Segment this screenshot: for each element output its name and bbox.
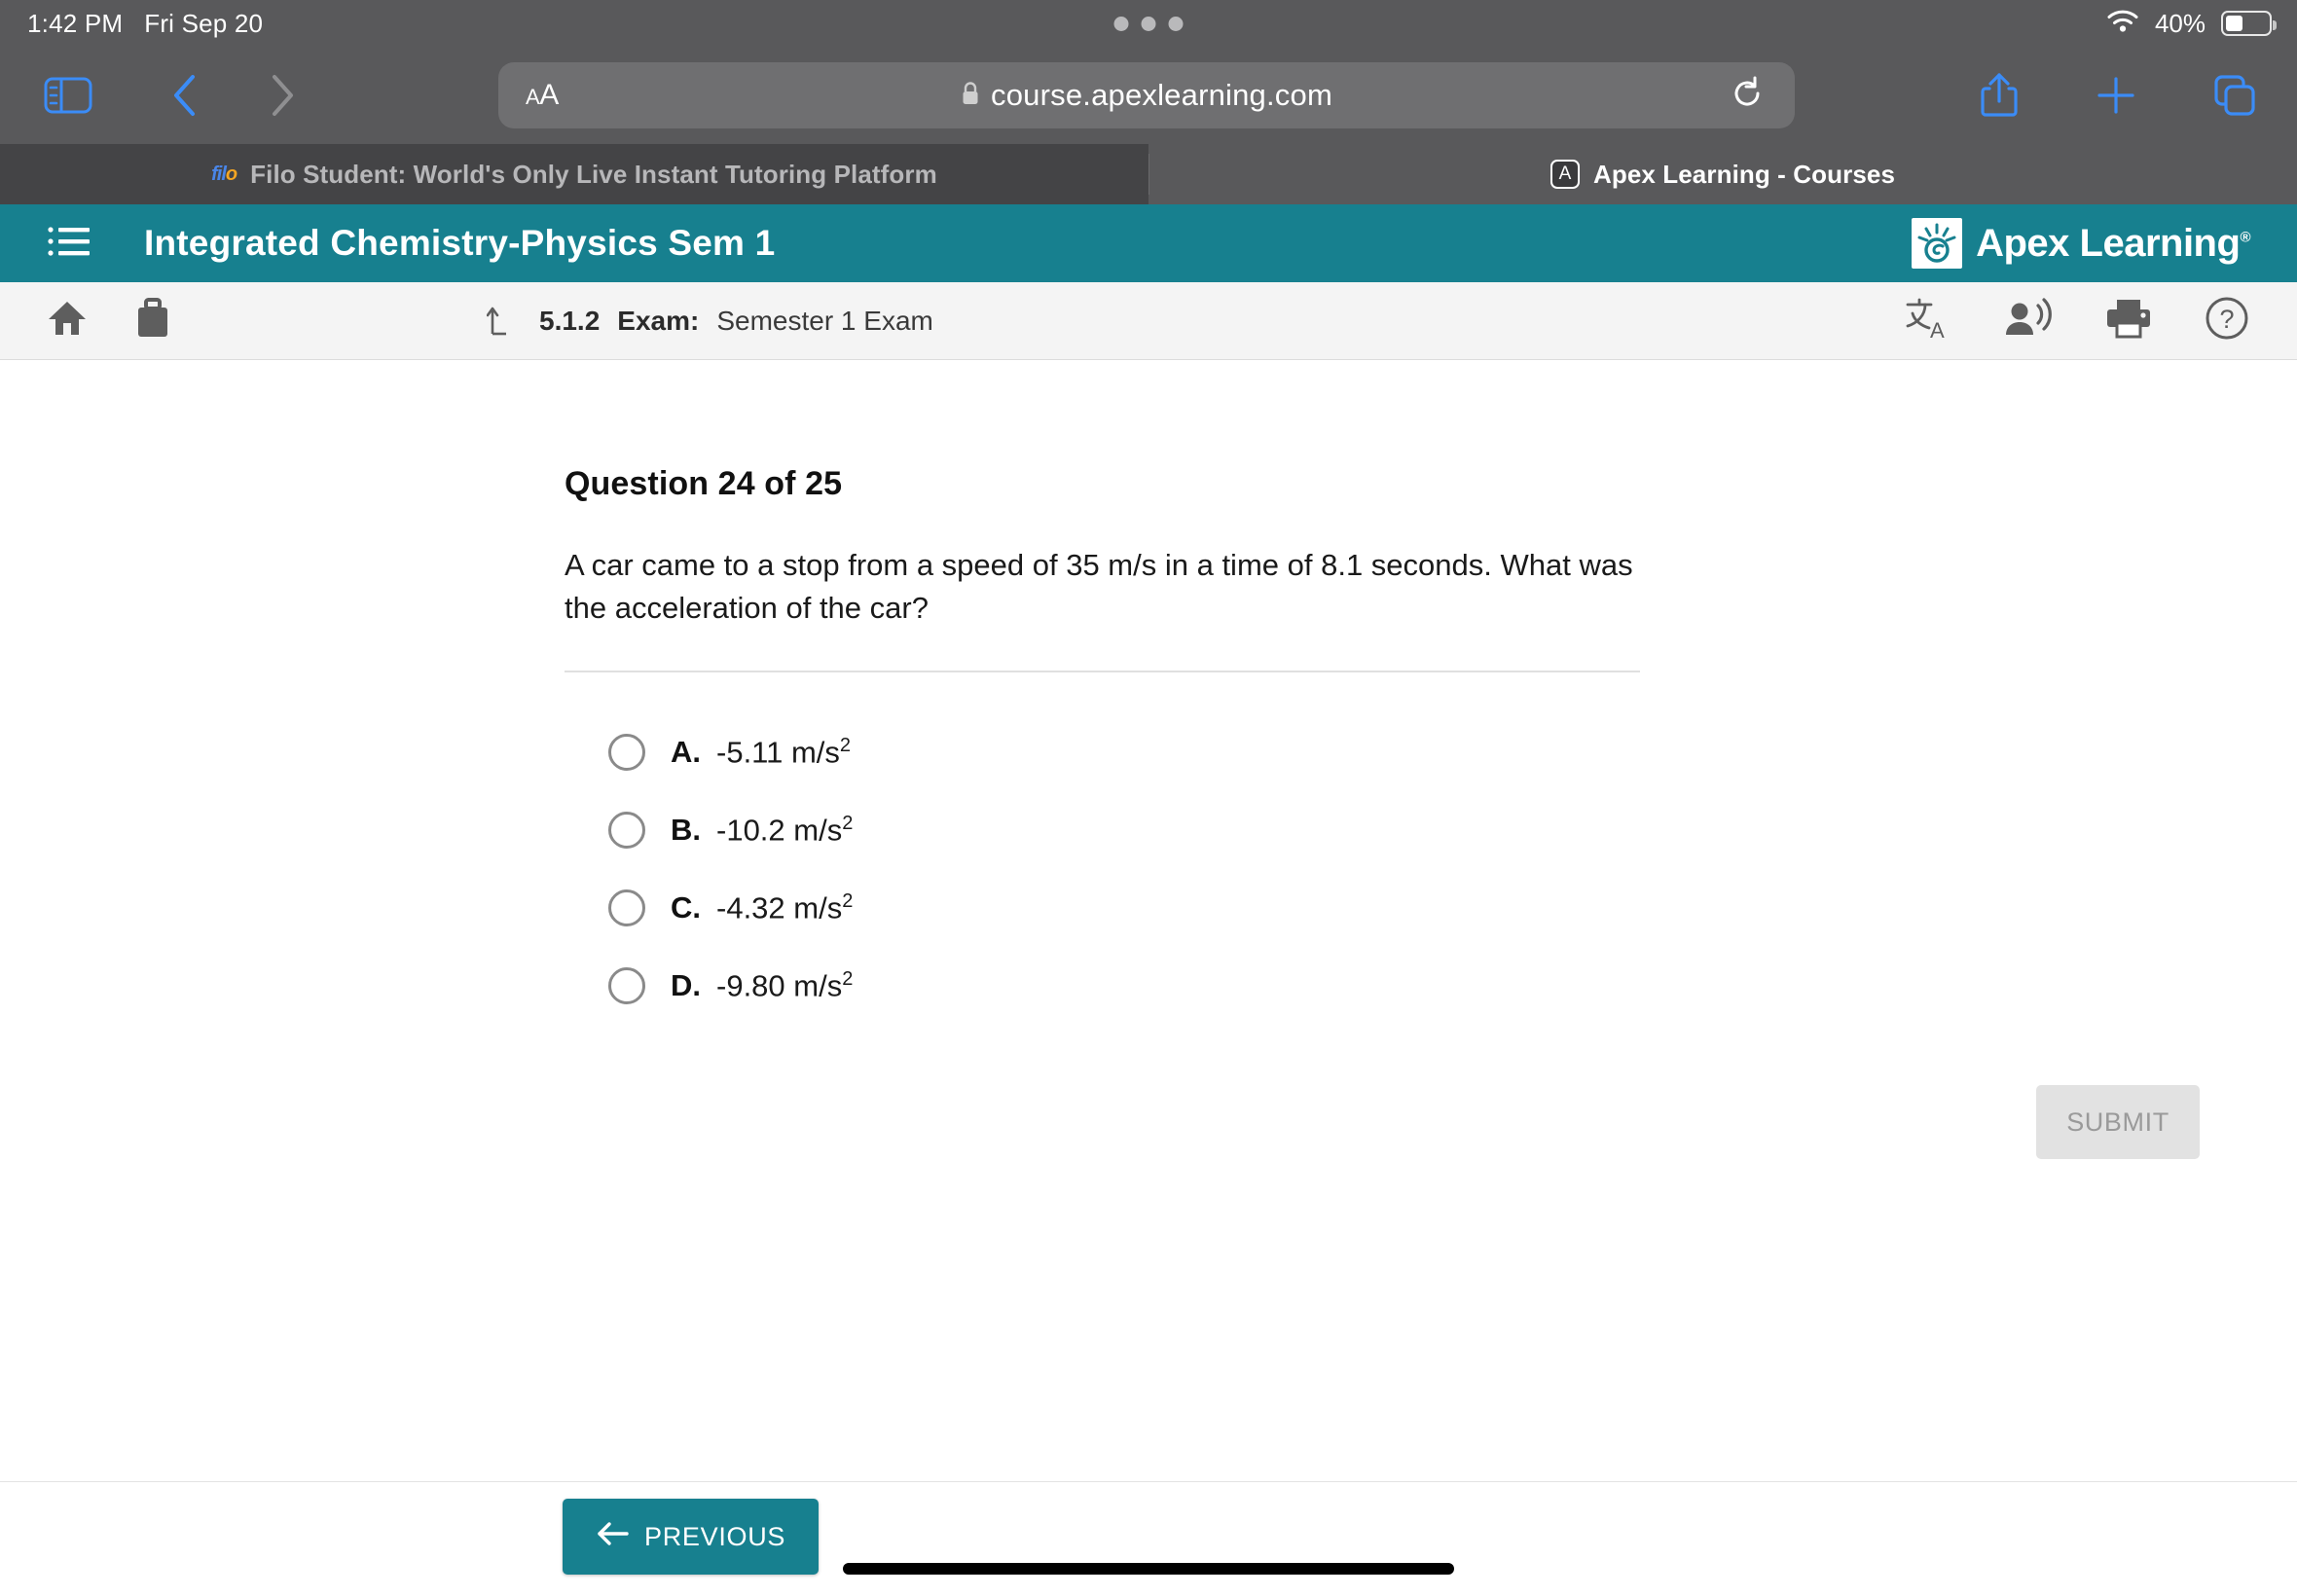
svg-text:A: A <box>1930 318 1945 341</box>
question-text: A car came to a stop from a speed of 35 … <box>565 548 1633 626</box>
option-letter: B. <box>671 813 701 848</box>
status-bar-right: 40% <box>2106 8 2277 40</box>
tabs-overview-icon[interactable] <box>2211 72 2258 119</box>
exponent: 2 <box>842 889 854 912</box>
lesson-kind: Exam: <box>617 305 700 336</box>
question-content: Question 24 of 25 A car came to a stop f… <box>0 360 2297 1160</box>
apex-logo-text: Apex Learning® <box>1976 221 2250 265</box>
answer-option-d[interactable]: D. -9.80 m/s2 <box>565 947 2297 1025</box>
browser-tab-filo[interactable]: filo Filo Student: World's Only Live Ins… <box>0 144 1148 204</box>
option-value: -9.80 m/s2 <box>716 967 854 1003</box>
plus-icon[interactable] <box>2095 74 2137 117</box>
translate-icon[interactable]: A <box>1904 296 1952 345</box>
option-letter: C. <box>671 890 701 925</box>
battery-percent-label: 40% <box>2154 8 2206 38</box>
forward-chevron-icon <box>257 68 308 123</box>
radio-button[interactable] <box>608 734 645 772</box>
question-heading: Question 24 of 25 <box>565 465 843 502</box>
option-value: -4.32 m/s2 <box>716 889 854 925</box>
browser-tab-bar: filo Filo Student: World's Only Live Ins… <box>0 144 2297 204</box>
multitasking-dots[interactable] <box>1113 16 1184 31</box>
battery-icon <box>2221 11 2277 36</box>
ios-status-bar: 1:42 PM Fri Sep 20 40% <box>0 0 2297 47</box>
lesson-tools: A ? <box>1904 295 2250 346</box>
status-time: 1:42 PM <box>27 8 124 38</box>
multitask-dot <box>1141 16 1156 31</box>
reload-icon[interactable] <box>1729 75 1766 117</box>
course-title: Integrated Chemistry-Physics Sem 1 <box>144 223 776 263</box>
home-icon[interactable] <box>47 299 88 343</box>
lesson-number: 5.1.2 <box>539 305 601 336</box>
option-letter: D. <box>671 968 701 1003</box>
answer-option-a[interactable]: A. -5.11 m/s2 <box>565 713 2297 791</box>
sidebar-toggle-icon[interactable] <box>41 68 95 123</box>
answer-option-c[interactable]: C. -4.32 m/s2 <box>565 869 2297 947</box>
lock-icon <box>961 81 980 111</box>
status-date: Fri Sep 20 <box>144 8 264 38</box>
wifi-icon <box>2106 8 2139 40</box>
help-icon[interactable]: ? <box>2204 295 2250 346</box>
back-chevron-icon[interactable] <box>160 68 210 123</box>
option-value: -5.11 m/s2 <box>716 734 852 770</box>
home-indicator[interactable] <box>843 1563 1454 1575</box>
briefcase-icon[interactable] <box>134 298 171 344</box>
print-icon[interactable] <box>2104 297 2153 345</box>
apex-learning-logo: Apex Learning® <box>1912 218 2250 269</box>
apex-favicon: A <box>1550 160 1580 189</box>
exponent: 2 <box>839 734 852 756</box>
toolbar-right-actions <box>1978 70 2258 121</box>
text-size-button[interactable]: AA <box>526 79 559 112</box>
exponent: 2 <box>842 812 854 834</box>
svg-text:?: ? <box>2219 305 2234 334</box>
share-icon[interactable] <box>1978 70 2021 121</box>
tab-divider <box>1148 154 1149 195</box>
filo-favicon: filo <box>211 163 237 185</box>
radio-button[interactable] <box>608 967 645 1005</box>
hamburger-menu-icon[interactable] <box>47 225 91 263</box>
status-bar-left: 1:42 PM Fri Sep 20 <box>0 9 263 39</box>
multitask-dot <box>1168 16 1184 31</box>
url-text: course.apexlearning.com <box>991 78 1332 112</box>
answer-option-b[interactable]: B. -10.2 m/s2 <box>565 791 2297 869</box>
course-header: Integrated Chemistry-Physics Sem 1 Apex … <box>0 204 2297 282</box>
web-page: Integrated Chemistry-Physics Sem 1 Apex … <box>0 204 2297 1596</box>
arrow-left-icon <box>596 1521 629 1553</box>
ipad-screen: 1:42 PM Fri Sep 20 40% AA course.apexlea… <box>0 0 2297 1596</box>
submit-row: SUBMIT <box>565 1085 2200 1160</box>
lesson-breadcrumb: 5.1.2 Exam: Semester 1 Exam <box>486 299 933 343</box>
previous-button-label: PREVIOUS <box>644 1521 786 1551</box>
tab-title: Apex Learning - Courses <box>1592 159 1896 189</box>
previous-button[interactable]: PREVIOUS <box>563 1499 820 1575</box>
option-value: -10.2 m/s2 <box>716 812 854 848</box>
tab-title: Filo Student: World's Only Live Instant … <box>250 159 937 189</box>
browser-tab-apex-learning[interactable]: A Apex Learning - Courses <box>1148 144 2297 204</box>
answer-options-list: A. -5.11 m/s2 B. -10.2 m/s2 C. -4.32 m/s… <box>565 713 2297 1025</box>
lesson-toolbar: 5.1.2 Exam: Semester 1 Exam A ? <box>0 282 2297 360</box>
address-bar[interactable]: AA course.apexlearning.com <box>498 62 1795 128</box>
radio-button[interactable] <box>608 812 645 850</box>
up-arrow-icon[interactable] <box>486 299 522 343</box>
multitask-dot <box>1113 16 1129 31</box>
submit-button[interactable]: SUBMIT <box>2036 1085 2200 1160</box>
bottom-navigation-bar: PREVIOUS <box>0 1481 2297 1596</box>
option-letter: A. <box>671 735 701 770</box>
content-divider <box>565 671 1640 673</box>
apex-lightbulb-icon <box>1912 218 1963 269</box>
trademark-symbol: ® <box>2240 229 2250 246</box>
read-aloud-icon[interactable] <box>2003 297 2054 345</box>
exponent: 2 <box>842 967 854 990</box>
safari-toolbar: AA course.apexlearning.com <box>0 47 2297 144</box>
radio-button[interactable] <box>608 889 645 927</box>
lesson-name: Semester 1 Exam <box>716 305 933 336</box>
